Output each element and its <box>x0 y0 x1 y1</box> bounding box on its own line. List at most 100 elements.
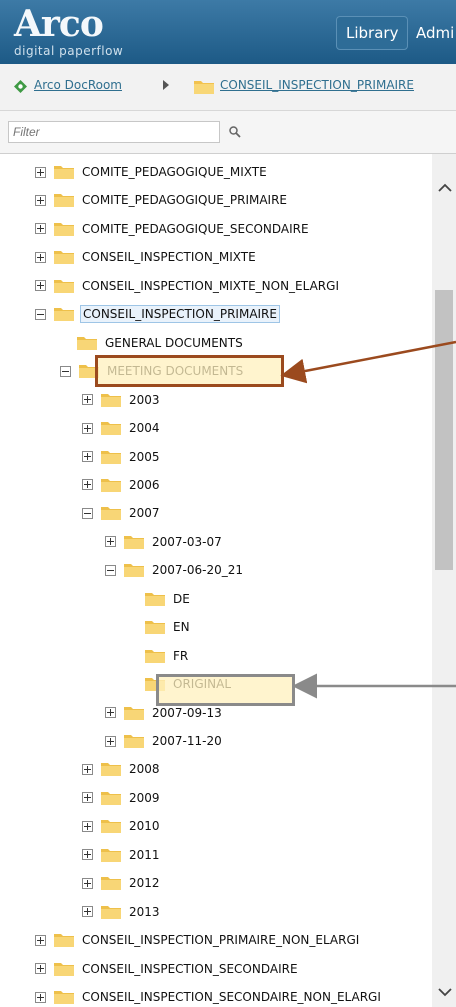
expand-icon[interactable] <box>35 280 46 292</box>
tree-row[interactable]: 2012 <box>82 873 162 893</box>
expand-icon[interactable] <box>82 451 93 462</box>
scrollbar-track[interactable] <box>432 154 456 1007</box>
expand-icon[interactable] <box>82 849 93 861</box>
tree-row[interactable]: CONSEIL_INSPECTION_SECONDAIRE <box>35 959 300 979</box>
folder-icon <box>124 535 144 549</box>
collapse-icon[interactable] <box>60 365 71 377</box>
tree-item-label: GENERAL DOCUMENTS <box>105 335 243 350</box>
filter-bar <box>0 111 456 154</box>
filter-input[interactable] <box>8 121 220 143</box>
expand-icon[interactable] <box>35 194 46 206</box>
expand-icon[interactable] <box>82 877 93 889</box>
expand-icon[interactable] <box>82 394 93 406</box>
scrollbar-thumb[interactable] <box>435 290 453 570</box>
tree-row[interactable]: 2006 <box>82 475 162 495</box>
expand-icon[interactable] <box>82 792 93 804</box>
folder-icon <box>54 194 74 208</box>
folder-icon <box>101 763 121 777</box>
folder-tree: COMITE_PEDAGOGIQUE_MIXTE COMITE_PEDAGOGIQ… <box>0 154 432 1007</box>
folder-icon <box>124 735 144 748</box>
tree-row[interactable]: 2007-06-20_21 <box>105 560 245 580</box>
folder-icon <box>101 478 121 492</box>
search-icon[interactable] <box>228 125 242 139</box>
tree-row[interactable]: 2007-11-20 <box>105 731 224 751</box>
folder-icon <box>54 166 74 179</box>
folder-icon <box>145 621 165 635</box>
tab-admin[interactable]: Admi <box>406 16 456 50</box>
expand-icon[interactable] <box>105 735 116 747</box>
tree-row[interactable]: COMITE_PEDAGOGIQUE_PRIMAIRE <box>35 190 289 210</box>
tree-item-label: 2005 <box>129 449 160 464</box>
tree-item-label: COMITE_PEDAGOGIQUE_SECONDAIRE <box>82 221 309 236</box>
expand-icon[interactable] <box>35 934 46 946</box>
collapse-icon[interactable] <box>35 308 46 320</box>
tree-row[interactable]: CONSEIL_INSPECTION_MIXTE <box>35 247 258 267</box>
tree-row[interactable]: 2004 <box>82 418 162 438</box>
expand-icon[interactable] <box>105 536 116 548</box>
expand-icon[interactable] <box>82 763 93 775</box>
tree-row[interactable]: 2005 <box>82 447 162 467</box>
tree-item-label: 2007-03-07 <box>152 534 222 549</box>
tree-item-label: COMITE_PEDAGOGIQUE_PRIMAIRE <box>82 193 288 208</box>
tree-row[interactable]: CONSEIL_INSPECTION_PRIMAIRE_NON_ELARGI <box>35 930 361 950</box>
expand-icon[interactable] <box>105 707 116 719</box>
expand-icon[interactable] <box>82 820 93 832</box>
breadcrumb-home[interactable]: Arco DocRoom <box>34 78 122 92</box>
folder-icon <box>54 308 74 322</box>
expand-icon[interactable] <box>35 991 46 1003</box>
logo-main: Arco <box>14 3 104 45</box>
expand-icon[interactable] <box>82 479 93 491</box>
tree-item-label: 2004 <box>129 421 160 436</box>
breadcrumb-current[interactable]: CONSEIL_INSPECTION_PRIMAIRE <box>220 78 414 92</box>
scroll-up-icon[interactable] <box>438 182 452 192</box>
expand-icon[interactable] <box>35 223 46 235</box>
collapse-icon[interactable] <box>82 507 93 519</box>
tree-row[interactable]: COMITE_PEDAGOGIQUE_MIXTE <box>35 162 269 182</box>
callout-original <box>156 674 295 706</box>
tree-item-label: 2007-06-20_21 <box>152 563 244 578</box>
tree-item-label: CONSEIL_INSPECTION_PRIMAIRE_NON_ELARGI <box>82 933 360 948</box>
tree-row[interactable]: EN <box>145 617 192 637</box>
tree-row[interactable]: 2008 <box>82 759 162 779</box>
folder-icon <box>124 706 144 720</box>
folder-icon <box>54 251 74 265</box>
tree-item-label: 2009 <box>129 790 160 805</box>
tab-library[interactable]: Library <box>336 16 409 50</box>
tree-row[interactable]: 2003 <box>82 390 162 410</box>
expand-icon[interactable] <box>35 166 46 178</box>
folder-icon <box>101 791 121 805</box>
logo: Arco digital paperflow <box>14 6 123 58</box>
tree-row[interactable]: CONSEIL_INSPECTION_PRIMAIRE <box>35 304 280 324</box>
tree-row[interactable]: DE <box>145 589 192 609</box>
breadcrumb: Arco DocRoom CONSEIL_INSPECTION_PRIMAIRE <box>0 64 456 111</box>
tree-row[interactable]: 2009 <box>82 788 162 808</box>
folder-icon <box>101 422 121 436</box>
expand-icon[interactable] <box>35 963 46 975</box>
tree-item-label: CONSEIL_INSPECTION_SECONDAIRE <box>82 961 298 976</box>
tree-item-label: CONSEIL_INSPECTION_SECONDAIRE_NON_ELARGI <box>82 990 381 1005</box>
tree-item-label: EN <box>173 620 190 635</box>
tree-row[interactable]: COMITE_PEDAGOGIQUE_SECONDAIRE <box>35 219 311 239</box>
tree-row[interactable]: 2013 <box>82 902 162 922</box>
tree-row[interactable]: CONSEIL_INSPECTION_MIXTE_NON_ELARGI <box>35 276 341 296</box>
collapse-icon[interactable] <box>105 564 116 576</box>
tree-row[interactable]: GENERAL DOCUMENTS <box>77 333 245 353</box>
expand-icon[interactable] <box>82 422 93 434</box>
expand-icon[interactable] <box>35 251 46 263</box>
logo-sub: digital paperflow <box>14 44 124 58</box>
tree-row[interactable]: FR <box>145 646 190 666</box>
tree-row[interactable]: 2011 <box>82 845 162 865</box>
tree-item-label: 2008 <box>129 762 160 777</box>
tree-item-label: 2013 <box>129 904 160 919</box>
folder-icon <box>54 962 74 976</box>
tree-row[interactable]: CONSEIL_INSPECTION_SECONDAIRE_NON_ELARGI <box>35 987 383 1007</box>
tree-row[interactable]: 2007 <box>82 503 162 523</box>
tree-item-label: 2007-09-13 <box>152 705 222 720</box>
tree-row[interactable]: 2010 <box>82 816 162 836</box>
expand-icon[interactable] <box>82 906 93 918</box>
folder-icon <box>145 592 165 606</box>
tree-row[interactable]: 2007-03-07 <box>105 532 224 552</box>
folder-icon <box>54 991 74 1005</box>
scroll-down-icon[interactable] <box>438 988 452 998</box>
tree-item-label: COMITE_PEDAGOGIQUE_MIXTE <box>82 165 267 179</box>
